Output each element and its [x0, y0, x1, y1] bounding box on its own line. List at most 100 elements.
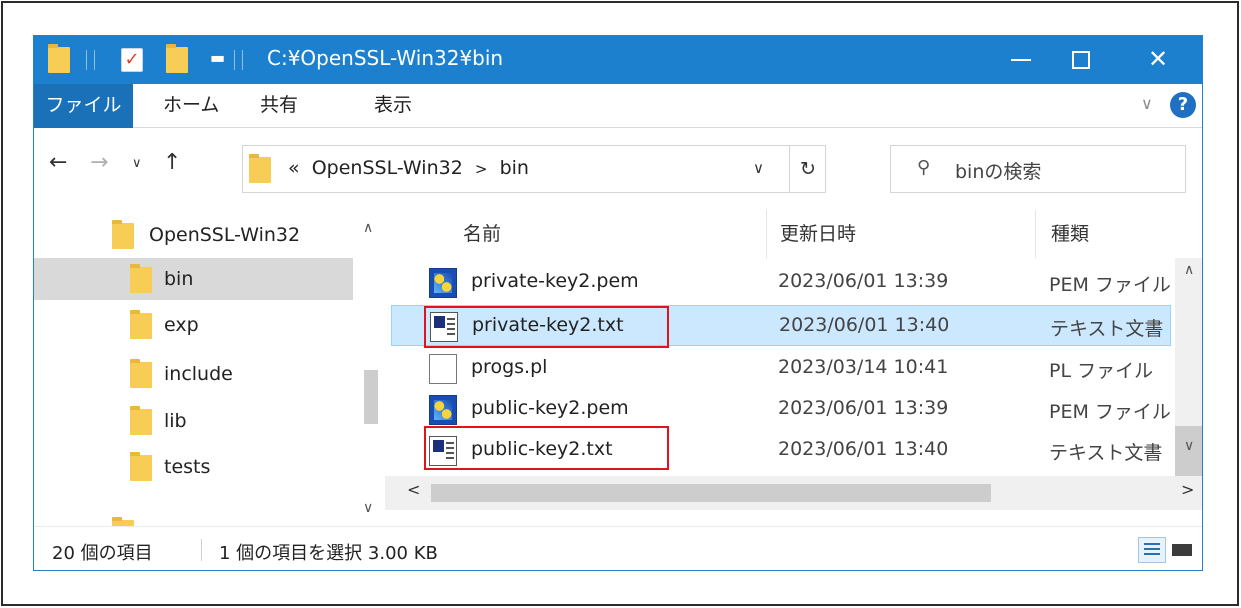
folder-icon	[130, 264, 152, 293]
customize-dropdown-icon[interactable]: ▬	[210, 48, 225, 67]
title-separator	[234, 50, 235, 70]
title-separator	[242, 50, 243, 70]
up-arrow-icon[interactable]: ↑	[163, 150, 181, 175]
folder-icon	[130, 310, 152, 339]
document-icon	[429, 354, 457, 384]
status-separator	[201, 539, 202, 561]
forward-arrow-icon[interactable]: →	[90, 150, 108, 175]
file-type: PEM ファイル	[1049, 401, 1171, 423]
breadcrumb-item-bin[interactable]: bin	[500, 157, 529, 179]
title-bar: ✓ ▬ C:¥OpenSSL-Win32¥bin ✕	[34, 36, 1202, 84]
search-box[interactable]: ⚲ binの検索	[890, 145, 1186, 193]
large-icons-view-icon[interactable]	[1168, 537, 1196, 563]
file-row[interactable]: public-key2.pem 2023/06/01 13:39 PEM ファイ…	[391, 389, 1171, 430]
quick-access-separator	[94, 50, 95, 70]
tree-item-label: lib	[164, 410, 187, 432]
breadcrumb-separator[interactable]: >	[475, 160, 488, 178]
file-name: progs.pl	[471, 356, 548, 378]
scroll-down-icon[interactable]: ∨	[1184, 438, 1194, 454]
close-button[interactable]: ✕	[1128, 36, 1188, 84]
scroll-right-icon[interactable]: >	[1181, 480, 1194, 499]
tree-item-label: OpenSSL-Win32	[149, 224, 301, 246]
tree-item-include[interactable]: include	[34, 353, 353, 395]
folder-icon	[48, 36, 70, 84]
file-date: 2023/06/01 13:40	[778, 438, 949, 460]
search-icon: ⚲	[917, 157, 931, 178]
tree-item-label: tests	[164, 456, 211, 478]
tab-view[interactable]: 表示	[374, 84, 412, 128]
file-type: テキスト文書	[1050, 318, 1164, 340]
pem-icon	[429, 268, 457, 298]
file-type: テキスト文書	[1049, 442, 1163, 464]
file-type: PL ファイル	[1049, 360, 1154, 382]
file-type: PEM ファイル	[1049, 274, 1171, 296]
expand-ribbon-chevron-icon[interactable]: ∨	[1141, 94, 1153, 113]
ribbon-tabs: ファイル ホーム 共有 表示 ∨ ?	[34, 84, 1202, 128]
properties-check-icon[interactable]: ✓	[121, 48, 143, 72]
tree-item-lib[interactable]: lib	[34, 400, 353, 442]
column-divider[interactable]	[1035, 210, 1036, 258]
column-header-type[interactable]: 種類	[1051, 210, 1089, 258]
address-dropdown-icon[interactable]: ∨	[753, 159, 764, 177]
quick-access-separator	[86, 50, 87, 70]
tab-home[interactable]: ホーム	[163, 84, 219, 128]
scroll-left-icon[interactable]: <	[407, 480, 420, 499]
folder-icon	[249, 154, 271, 187]
breadcrumb-item-openssl[interactable]: OpenSSL-Win32	[312, 157, 463, 179]
scroll-thumb[interactable]	[364, 370, 378, 424]
back-arrow-icon[interactable]: ←	[49, 150, 67, 175]
minimize-button[interactable]	[991, 36, 1051, 84]
breadcrumb: « OpenSSL-Win32 > bin	[288, 157, 529, 179]
window-title: C:¥OpenSSL-Win32¥bin	[267, 46, 504, 70]
sort-ascending-icon: ^	[569, 210, 584, 219]
selection-info: 1 個の項目を選択 3.00 KB	[219, 543, 438, 564]
file-date: 2023/06/01 13:39	[778, 397, 949, 419]
pem-icon	[429, 395, 457, 425]
explorer-window: ✓ ▬ C:¥OpenSSL-Win32¥bin ✕ ファイル ホーム 共有 表…	[33, 35, 1203, 571]
breadcrumb-overflow[interactable]: «	[288, 157, 300, 179]
scroll-up-icon[interactable]: ∧	[1184, 262, 1194, 278]
scroll-up-icon[interactable]: ∧	[363, 220, 373, 236]
refresh-icon[interactable]: ↻	[789, 146, 826, 192]
file-date: 2023/06/01 13:40	[779, 314, 950, 336]
help-icon[interactable]: ?	[1170, 92, 1196, 118]
file-row[interactable]: private-key2.pem 2023/06/01 13:39 PEM ファ…	[391, 262, 1171, 303]
tree-item-partial[interactable]	[34, 492, 353, 526]
item-count: 20 個の項目	[52, 543, 153, 564]
tab-file[interactable]: ファイル	[34, 84, 133, 128]
scroll-down-icon[interactable]: ∨	[363, 500, 373, 516]
address-bar[interactable]: « OpenSSL-Win32 > bin ∨ ↻	[242, 145, 826, 193]
tab-share[interactable]: 共有	[260, 84, 298, 128]
file-row[interactable]: progs.pl 2023/03/14 10:41 PL ファイル	[391, 348, 1171, 389]
column-header-name[interactable]: 名前	[463, 210, 501, 258]
details-view-icon[interactable]	[1138, 537, 1166, 563]
search-input[interactable]: binの検索	[955, 157, 1041, 184]
file-name: private-key2.pem	[471, 270, 639, 292]
folder-icon	[130, 452, 152, 481]
navigation-pane: OpenSSL-Win32 bin exp include lib tests …	[34, 210, 385, 526]
column-divider[interactable]	[766, 210, 767, 258]
tree-scrollbar[interactable]: ∧ ∨	[355, 210, 385, 526]
highlight-box-private-key2-txt	[424, 306, 669, 348]
navigation-bar: ← → ∨ ↑ « OpenSSL-Win32 > bin ∨ ↻ ⚲ binの…	[34, 128, 1202, 210]
folder-icon	[130, 359, 152, 388]
column-header-date[interactable]: 更新日時	[780, 210, 856, 258]
tree-item-label: include	[164, 363, 233, 385]
file-list: ^ 名前 更新日時 種類 private-key2.pem 2023/06/01…	[385, 210, 1202, 526]
file-date: 2023/06/01 13:39	[778, 270, 949, 292]
tree-item-exp[interactable]: exp	[34, 304, 353, 346]
recent-locations-chevron-icon[interactable]: ∨	[132, 156, 142, 171]
status-bar: 20 個の項目 1 個の項目を選択 3.00 KB	[34, 526, 1202, 570]
tree-item-openssl-win32[interactable]: OpenSSL-Win32	[34, 214, 353, 256]
file-date: 2023/03/14 10:41	[778, 356, 949, 378]
scroll-thumb[interactable]	[431, 484, 991, 502]
file-name: public-key2.pem	[471, 397, 629, 419]
new-folder-icon[interactable]	[166, 36, 188, 84]
tree-item-label: bin	[164, 268, 194, 290]
file-list-horizontal-scrollbar[interactable]: < >	[385, 476, 1202, 510]
tree-item-tests[interactable]: tests	[34, 446, 353, 488]
tree-item-label: exp	[164, 314, 199, 336]
highlight-box-public-key2-txt	[424, 426, 669, 470]
tree-item-bin[interactable]: bin	[34, 258, 353, 300]
maximize-button[interactable]	[1051, 36, 1111, 84]
